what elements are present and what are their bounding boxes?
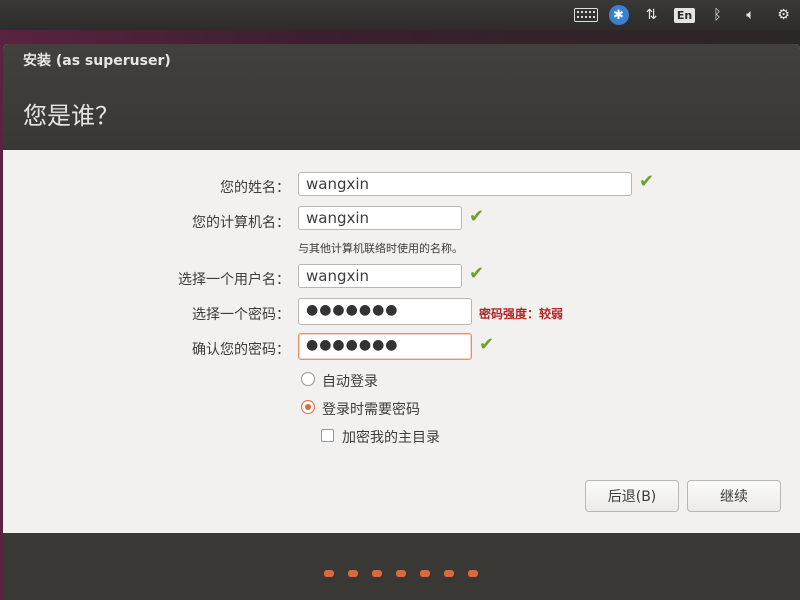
password-label: 选择一个密码： <box>192 307 290 323</box>
volume-icon: 🔈︎ <box>746 7 755 23</box>
accessibility-indicator[interactable]: ✱ <box>602 0 635 30</box>
progress-dot <box>372 570 382 577</box>
password-strength: 密码强度：较弱 <box>479 307 564 321</box>
progress-dot <box>444 570 454 577</box>
accessibility-icon: ✱ <box>608 5 629 25</box>
continue-button[interactable]: 继续 <box>687 480 781 512</box>
progress-dot <box>324 570 334 577</box>
confirm-password-valid-icon: ✔ <box>479 334 495 355</box>
username-field[interactable]: wangxin <box>298 264 462 288</box>
name-valid-icon: ✔ <box>639 171 655 192</box>
encrypt-home-checkbox[interactable] <box>321 429 334 442</box>
username-valid-icon: ✔ <box>469 263 485 284</box>
progress-dots <box>324 570 478 577</box>
network-indicator[interactable]: ⇅ <box>635 0 668 30</box>
auto-login-label[interactable]: 自动登录 <box>322 371 378 391</box>
bluetooth-icon: ᛒ <box>713 7 722 23</box>
title-bar: 安装 (as superuser) 您是谁？ <box>3 44 800 150</box>
encrypt-home-label[interactable]: 加密我的主目录 <box>342 427 440 447</box>
language-badge: En <box>673 7 696 23</box>
top-panel: ✱ ⇅ En ᛒ 🔈︎ ⚙ <box>0 0 800 30</box>
confirm-password-field[interactable]: ●●●●●●● <box>298 333 472 360</box>
network-updown-icon: ⇅ <box>645 7 658 23</box>
require-password-radio[interactable] <box>301 400 315 414</box>
progress-dot <box>468 570 478 577</box>
footer <box>3 533 800 600</box>
volume-indicator[interactable]: 🔈︎ <box>734 0 767 30</box>
progress-dot <box>396 570 406 577</box>
keyboard-icon <box>573 8 598 22</box>
password-field[interactable]: ●●●●●●● <box>298 298 472 325</box>
settings-indicator[interactable]: ⚙ <box>767 0 800 30</box>
progress-dot <box>420 570 430 577</box>
username-label: 选择一个用户名： <box>178 272 290 288</box>
gear-icon: ⚙ <box>777 7 790 23</box>
page-title: 您是谁？ <box>23 102 119 130</box>
installer-window: 安装 (as superuser) 您是谁？ 您的姓名： wangxin ✔ 您… <box>3 44 800 600</box>
name-field[interactable]: wangxin <box>298 172 632 196</box>
back-button[interactable]: 后退(B) <box>585 480 679 512</box>
language-indicator[interactable]: En <box>668 0 701 30</box>
progress-dot <box>348 570 358 577</box>
computer-name-hint: 与其他计算机联络时使用的名称。 <box>298 242 463 255</box>
name-label: 您的姓名： <box>220 180 290 196</box>
bluetooth-indicator[interactable]: ᛒ <box>701 0 734 30</box>
require-password-label[interactable]: 登录时需要密码 <box>322 399 420 419</box>
computer-name-field[interactable]: wangxin <box>298 206 462 230</box>
computer-name-valid-icon: ✔ <box>469 206 485 227</box>
system-tray: ✱ ⇅ En ᛒ 🔈︎ ⚙ <box>569 0 800 30</box>
auto-login-radio[interactable] <box>301 372 315 386</box>
computer-name-label: 您的计算机名： <box>192 215 290 231</box>
window-title: 安装 (as superuser) <box>23 53 171 69</box>
keyboard-indicator[interactable] <box>569 0 602 30</box>
confirm-password-label: 确认您的密码： <box>192 342 290 358</box>
